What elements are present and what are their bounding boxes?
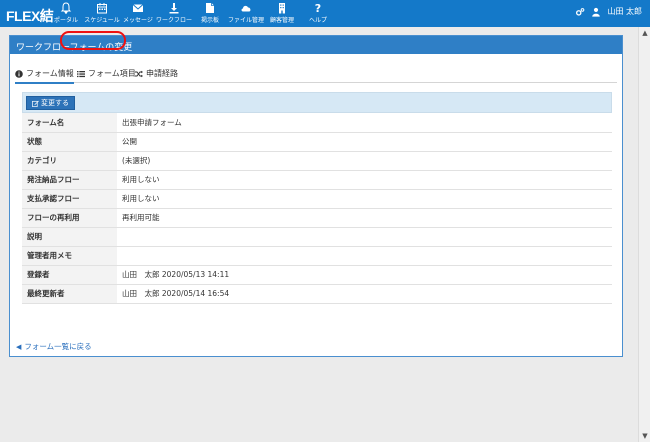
field-value: 出張申請フォーム: [117, 113, 612, 133]
bell-icon: [60, 2, 72, 14]
nav-label-schedule: スケジュール: [84, 17, 120, 24]
nav-label-portal: ポータル: [53, 17, 78, 24]
field-label: 支払承認フロー: [22, 189, 117, 209]
field-value: 利用しない: [117, 189, 612, 209]
field-value: 山田 太郎 2020/05/13 14:11: [117, 265, 612, 285]
nav-item-help[interactable]: ? ヘルプ: [298, 2, 338, 24]
cogs-icon[interactable]: [575, 7, 585, 17]
field-label: 最終更新者: [22, 284, 117, 304]
tab-bar: フォーム情報 フォーム項目 申請経路: [15, 63, 617, 84]
field-value: 公開: [117, 132, 612, 152]
back-to-form-list-link[interactable]: ◀ フォーム一覧に戻る: [16, 341, 92, 352]
nav-label-workflow: ワークフロー: [155, 17, 192, 24]
calendar-icon: [97, 3, 107, 14]
table-row: 発注納品フロー 利用しない: [22, 170, 612, 190]
question-icon: ?: [315, 2, 321, 14]
tab-form-info-label: フォーム情報: [26, 69, 74, 78]
cloud-icon: [241, 5, 251, 12]
form-details: 変更する フォーム名 出張申請フォーム 状態 公開 カテゴリ (未選択) 発注納品フロ…: [22, 92, 612, 304]
table-row: フォーム名 出張申請フォーム: [22, 113, 612, 133]
field-value: 利用しない: [117, 170, 612, 190]
nav-item-board[interactable]: 掲示板: [190, 2, 230, 24]
nav-item-files[interactable]: ファイル管理: [226, 2, 266, 24]
field-value: 再利用可能: [117, 208, 612, 228]
building-icon: [279, 3, 285, 14]
top-navbar: FLEX結 ポータル スケジュール メッセージ ワークフロー 掲示板 ファイル管…: [0, 0, 650, 27]
user-area: 山田 太郎: [575, 6, 642, 17]
scroll-up-icon[interactable]: ▲: [641, 29, 649, 37]
info-circle-icon: [15, 69, 23, 78]
back-link-label: フォーム一覧に戻る: [24, 342, 92, 351]
edit-button-label: 変更する: [41, 99, 69, 107]
random-icon: [135, 70, 143, 77]
field-label: 登録者: [22, 265, 117, 285]
nav-item-message[interactable]: メッセージ: [118, 2, 158, 24]
field-label: 発注納品フロー: [22, 170, 117, 190]
bulletin-icon: [206, 3, 214, 13]
table-row: フローの再利用 再利用可能: [22, 208, 612, 228]
workflow-icon: [169, 3, 179, 14]
field-label: フォーム名: [22, 113, 117, 133]
nav-label-board: 掲示板: [200, 17, 219, 24]
table-row: 最終更新者 山田 太郎 2020/05/14 16:54: [22, 284, 612, 304]
tab-form-items-label: フォーム項目: [88, 69, 136, 78]
user-icon[interactable]: [591, 7, 601, 17]
nav-item-schedule[interactable]: スケジュール: [82, 2, 122, 24]
envelope-icon: [132, 4, 144, 12]
user-name[interactable]: 山田 太郎: [607, 6, 642, 17]
tab-route-label: 申請経路: [146, 69, 178, 78]
tab-route[interactable]: 申請経路: [135, 68, 178, 79]
field-label: フローの再利用: [22, 208, 117, 228]
field-value: (未選択): [117, 151, 612, 171]
field-value: [117, 246, 612, 266]
tab-form-info[interactable]: フォーム情報: [15, 68, 74, 84]
field-label: 管理者用メモ: [22, 246, 117, 266]
table-row: 支払承認フロー 利用しない: [22, 189, 612, 209]
table-row: 状態 公開: [22, 132, 612, 152]
vertical-scrollbar[interactable]: ▲ ▼: [638, 27, 650, 442]
chevron-left-icon: ◀: [16, 342, 22, 351]
field-value: [117, 227, 612, 247]
field-label: 状態: [22, 132, 117, 152]
tab-form-items[interactable]: フォーム項目: [77, 68, 136, 79]
edit-icon: [32, 100, 39, 107]
nav-label-customers: 顧客管理: [269, 17, 294, 24]
table-row: 管理者用メモ: [22, 246, 612, 266]
list-icon: [77, 70, 85, 77]
nav-item-workflow[interactable]: ワークフロー: [154, 2, 194, 24]
highlight-annotation: [60, 31, 126, 50]
nav-item-customers[interactable]: 顧客管理: [262, 2, 302, 24]
table-row: 説明: [22, 227, 612, 247]
table-row: 登録者 山田 太郎 2020/05/13 14:11: [22, 265, 612, 285]
nav-label-message: メッセージ: [123, 17, 153, 24]
field-value: 山田 太郎 2020/05/14 16:54: [117, 284, 612, 304]
nav-label-help: ヘルプ: [308, 17, 327, 24]
table-row: カテゴリ (未選択): [22, 151, 612, 171]
svg-text:?: ?: [315, 2, 321, 14]
nav-label-files: ファイル管理: [227, 17, 264, 24]
field-label: 説明: [22, 227, 117, 247]
form-info-table: フォーム名 出張申請フォーム 状態 公開 カテゴリ (未選択) 発注納品フロー 利用しな…: [22, 113, 612, 304]
action-bar: 変更する: [22, 92, 612, 113]
field-label: カテゴリ: [22, 151, 117, 171]
nav-item-portal[interactable]: ポータル: [46, 2, 86, 24]
scroll-down-icon[interactable]: ▼: [641, 432, 649, 440]
edit-button[interactable]: 変更する: [26, 96, 75, 110]
